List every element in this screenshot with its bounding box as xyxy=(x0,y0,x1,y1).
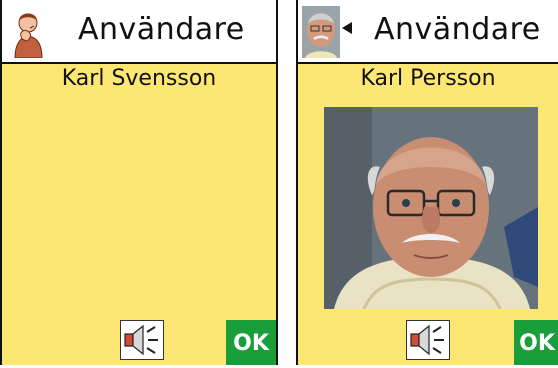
user-screen: Användare Karl Persson OK xyxy=(296,0,558,365)
speaker-icon xyxy=(124,324,158,356)
user-thumbnail-with-arrow-icon xyxy=(302,6,352,58)
ok-button[interactable]: OK xyxy=(226,320,276,365)
speaker-button[interactable] xyxy=(406,320,450,360)
user-screen: Användare Karl Svensson OK xyxy=(0,0,278,365)
header-title: Användare xyxy=(78,12,245,47)
header-bar: Användare xyxy=(2,0,276,64)
speaker-icon xyxy=(410,324,444,356)
ok-button[interactable]: OK xyxy=(514,320,558,365)
user-photo xyxy=(324,107,538,309)
person-signing-icon xyxy=(14,13,43,58)
user-name: Karl Svensson xyxy=(61,66,217,91)
user-name: Karl Persson xyxy=(360,66,496,91)
header-bar: Användare xyxy=(298,0,558,64)
header-title: Användare xyxy=(374,12,541,47)
speaker-button[interactable] xyxy=(120,320,164,360)
